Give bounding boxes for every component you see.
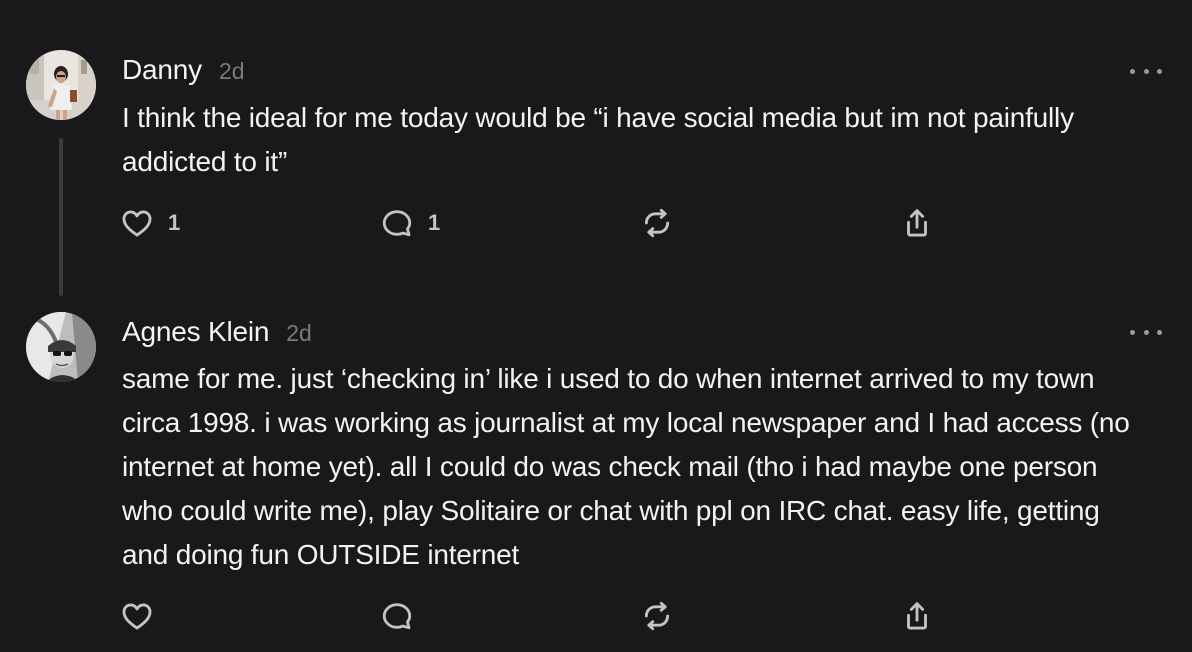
more-dots-icon — [1143, 68, 1149, 74]
post-danny: Danny 2d I think the ideal for me today … — [0, 0, 1192, 300]
like-button[interactable]: 1 — [120, 205, 180, 241]
comment-bubble-icon — [382, 603, 412, 630]
share-icon — [907, 602, 927, 630]
repost-button[interactable] — [640, 205, 674, 241]
post-actions — [120, 598, 940, 634]
repost-icon — [644, 208, 670, 238]
more-options-button[interactable] — [1130, 64, 1162, 78]
post-text: same for me. just ‘checking in’ like i u… — [122, 363, 1138, 570]
post-agnes-klein: Agnes Klein 2d same for me. just ‘checki… — [0, 300, 1192, 652]
heart-icon — [122, 210, 152, 237]
avatar-agnes-klein[interactable] — [26, 312, 96, 382]
share-button[interactable] — [900, 598, 934, 634]
more-dots-icon — [1130, 68, 1135, 74]
like-count: 1 — [168, 210, 181, 235]
more-options-button[interactable] — [1130, 325, 1162, 339]
post-timestamp[interactable]: 2d — [219, 58, 245, 85]
post-timestamp[interactable]: 2d — [286, 320, 312, 347]
like-button[interactable] — [120, 598, 154, 634]
more-dots-icon — [1157, 68, 1162, 74]
share-icon — [907, 209, 927, 237]
comment-button[interactable]: 1 — [380, 205, 440, 241]
more-dots-icon — [1130, 329, 1135, 335]
author-name[interactable]: Agnes Klein — [122, 316, 269, 348]
share-button[interactable] — [900, 205, 934, 241]
heart-icon — [122, 603, 152, 630]
post-actions: 1 1 — [120, 205, 940, 241]
comment-bubble-icon — [382, 210, 412, 237]
avatar-danny[interactable] — [26, 50, 96, 120]
repost-button[interactable] — [640, 598, 674, 634]
comment-button[interactable] — [380, 598, 414, 634]
more-dots-icon — [1143, 329, 1149, 335]
agnes-photo — [26, 312, 96, 382]
danny-photo — [26, 50, 96, 120]
post-header: Danny 2d — [122, 54, 245, 86]
comment-count: 1 — [428, 210, 441, 235]
post-text: I think the ideal for me today would be … — [122, 102, 1082, 177]
post-header: Agnes Klein 2d — [122, 316, 312, 348]
thread-line — [59, 138, 63, 296]
repost-icon — [644, 601, 670, 631]
author-name[interactable]: Danny — [122, 54, 202, 86]
more-dots-icon — [1157, 329, 1162, 335]
